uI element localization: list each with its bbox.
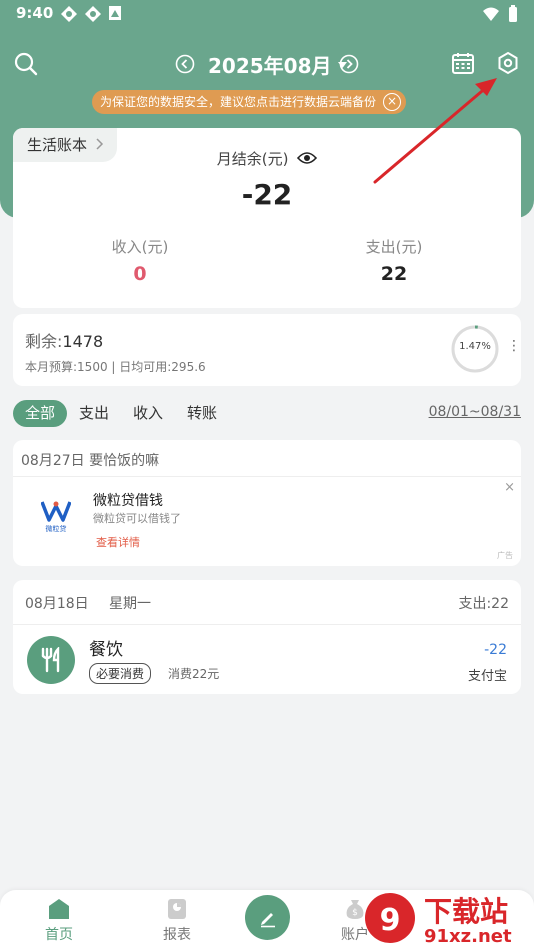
tab-expense[interactable]: 支出 (79, 400, 109, 427)
income-label: 收入(元) (111, 238, 169, 256)
next-month-button[interactable] (338, 53, 360, 75)
remaining-value: 1478 (62, 332, 104, 351)
app-notification-icon (61, 6, 77, 22)
site-watermark: 9 下载站 91xz.net (362, 888, 534, 950)
image-notification-icon (109, 6, 121, 20)
backup-banner-text: 为保证您的数据安全，建议您点击进行数据云端备份 (100, 95, 377, 109)
budget-detail: 本月预算:1500 | 日均可用:295.6 (25, 360, 206, 374)
budget-remaining: 剩余:1478 (25, 328, 103, 352)
home-icon (49, 899, 69, 919)
month-selector[interactable]: 2025年08月 (208, 50, 347, 79)
svg-text:$: $ (352, 908, 358, 918)
chevron-right-icon (339, 54, 359, 74)
nav-home-label: 首页 (45, 927, 73, 943)
month-summary-card: 生活账本 月结余(元) -22 收入(元) 0 支出(元) 22 (13, 128, 521, 308)
transaction-amount: -22 (484, 642, 507, 658)
add-record-button[interactable] (245, 895, 290, 940)
dining-icon (27, 636, 75, 684)
ad-badge: 广告 (497, 551, 513, 560)
budget-card[interactable]: 剩余:1478 本月预算:1500 | 日均可用:295.6 1.47% ⋮ (13, 314, 521, 386)
weilidai-logo-icon (41, 501, 71, 522)
expense-label: 支出(元) (365, 238, 423, 256)
transaction-day-card: 08月18日 星期一 支出:22 餐饮 必要消费 消费22元 -22 支付宝 (13, 580, 521, 694)
month-title: 2025年08月 (208, 54, 332, 78)
prev-month-button[interactable] (174, 53, 196, 75)
search-icon[interactable] (12, 50, 40, 78)
balance-label-row: 月结余(元) (13, 148, 521, 169)
divider (13, 476, 521, 477)
backup-banner[interactable]: 为保证您的数据安全，建议您点击进行数据云端备份 × (92, 90, 407, 114)
budget-percent: 1.47% (459, 341, 491, 352)
transaction-tag: 必要消费 (89, 663, 152, 684)
pencil-icon (260, 912, 275, 927)
balance-label: 月结余(元) (216, 150, 289, 168)
status-bar: 9:40 (0, 0, 534, 28)
ad-logo[interactable]: 微粒贷 (27, 488, 85, 546)
nav-reports-label: 报表 (163, 927, 191, 943)
balance-value: -22 (241, 178, 293, 211)
ad-title[interactable]: 微粒贷借钱 (93, 490, 163, 510)
app-notification-icon (85, 6, 101, 22)
settings-icon[interactable] (494, 49, 522, 77)
ad-close-button[interactable]: × (504, 480, 515, 495)
filter-tabs: 全部 支出 收入 转账 08/01~08/31 (13, 400, 521, 428)
transaction-account: 支付宝 (467, 669, 507, 684)
ad-subtitle: 微粒贷可以借钱了 (93, 512, 181, 525)
chevron-left-icon (175, 54, 195, 74)
income-summary: 收入(元) 0 (60, 236, 220, 285)
tab-all[interactable]: 全部 (13, 400, 67, 427)
eye-icon[interactable] (297, 151, 318, 165)
transaction-date: 08月18日 (25, 596, 89, 612)
ad-card: 08月27日 要恰饭的嘛 微粒贷 微粒贷借钱 微粒贷可以借钱了 查看详情 × 广… (13, 440, 521, 566)
status-notification-icons (60, 5, 122, 23)
remaining-label: 剩余: (25, 332, 63, 351)
banner-close-button[interactable]: × (383, 93, 402, 111)
ad-details-link[interactable]: 查看详情 (96, 534, 140, 550)
tab-income[interactable]: 收入 (133, 400, 163, 427)
ad-logo-text: 微粒贷 (45, 525, 67, 533)
more-options-icon[interactable]: ⋮ (507, 338, 521, 354)
expense-summary: 支出(元) 22 (314, 236, 474, 285)
nav-reports[interactable]: 报表 (147, 898, 207, 944)
wifi-icon (483, 7, 499, 21)
date-range-selector[interactable]: 08/01~08/31 (429, 404, 521, 420)
calendar-icon[interactable] (449, 49, 477, 77)
watermark-title: 下载站 (424, 895, 509, 928)
divider (13, 624, 521, 625)
status-time: 9:40 (16, 4, 54, 22)
battery-icon (509, 5, 517, 22)
transaction-weekday: 星期一 (109, 596, 151, 612)
expense-value: 22 (380, 263, 408, 285)
watermark-url: 91xz.net (424, 926, 512, 947)
status-system-icons (482, 5, 518, 23)
day-expense-total: 支出:22 (458, 596, 509, 612)
top-nav: 2025年08月 (0, 44, 534, 84)
income-value: 0 (133, 263, 147, 285)
svg-text:9: 9 (380, 903, 401, 938)
watermark-logo-icon: 9 (365, 893, 415, 943)
ad-date-line: 08月27日 要恰饭的嘛 (21, 453, 160, 469)
report-icon (168, 899, 186, 919)
tab-transfer[interactable]: 转账 (187, 400, 217, 427)
transaction-category: 餐饮 (89, 640, 123, 660)
nav-home[interactable]: 首页 (29, 898, 89, 944)
transaction-note: 消费22元 (168, 667, 220, 681)
